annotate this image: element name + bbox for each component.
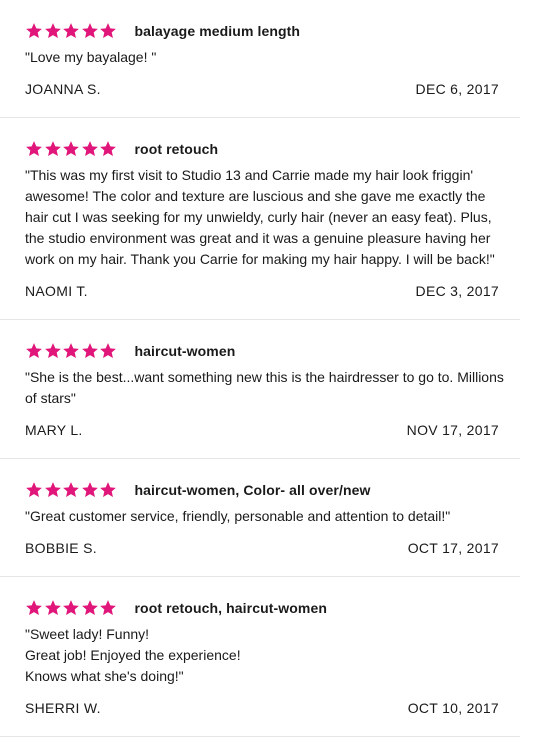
star-icon — [99, 481, 117, 499]
review-author: SHERRI W. — [25, 700, 101, 716]
star-icon — [44, 481, 62, 499]
review-date: NOV 17, 2017 — [406, 422, 499, 438]
review-text: "Sweet lady! Funny! Great job! Enjoyed t… — [25, 626, 241, 684]
star-icon — [81, 342, 99, 360]
star-icon — [25, 22, 43, 40]
review-service: root retouch — [134, 141, 219, 157]
review-meta: BOBBIE S. OCT 17, 2017 — [25, 540, 520, 556]
review-meta: JOANNA S. DEC 6, 2017 — [25, 81, 520, 97]
star-rating — [25, 22, 118, 40]
star-icon — [25, 342, 43, 360]
star-icon — [81, 599, 99, 617]
star-icon — [81, 140, 99, 158]
star-icon — [44, 140, 62, 158]
review-meta: SHERRI W. OCT 10, 2017 — [25, 700, 520, 716]
star-icon — [25, 140, 43, 158]
review-meta: NAOMI T. DEC 3, 2017 — [25, 283, 520, 299]
star-icon — [44, 599, 62, 617]
star-icon — [62, 22, 80, 40]
star-rating — [25, 481, 118, 499]
star-icon — [99, 599, 117, 617]
star-icon — [81, 22, 99, 40]
review-author: BOBBIE S. — [25, 540, 97, 556]
review-service: root retouch, haircut-women — [134, 600, 327, 616]
star-icon — [25, 481, 43, 499]
review-date: DEC 3, 2017 — [415, 283, 499, 299]
star-icon — [99, 22, 117, 40]
review-item: haircut-women, Color- all over/new "Grea… — [0, 459, 520, 577]
review-service: balayage medium length — [134, 23, 301, 39]
review-header: root retouch — [25, 136, 520, 162]
review-item: haircut-women "She is the best...want so… — [0, 320, 520, 459]
star-icon — [44, 22, 62, 40]
review-list: balayage medium length "Love my bayalage… — [0, 0, 520, 737]
review-text: "She is the best...want something new th… — [25, 369, 504, 406]
review-header: root retouch, haircut-women — [25, 595, 520, 621]
review-date: DEC 6, 2017 — [415, 81, 499, 97]
star-icon — [25, 599, 43, 617]
review-item: root retouch "This was my first visit to… — [0, 118, 520, 320]
review-author: JOANNA S. — [25, 81, 101, 97]
star-rating — [25, 599, 118, 617]
review-item: root retouch, haircut-women "Sweet lady!… — [0, 577, 520, 737]
star-icon — [99, 342, 117, 360]
review-date: OCT 10, 2017 — [407, 700, 499, 716]
review-author: MARY L. — [25, 422, 83, 438]
star-icon — [62, 599, 80, 617]
review-text: "Love my bayalage! " — [25, 49, 157, 65]
star-icon — [81, 481, 99, 499]
star-icon — [62, 481, 80, 499]
review-date: OCT 17, 2017 — [407, 540, 499, 556]
star-rating — [25, 342, 118, 360]
star-rating — [25, 140, 118, 158]
review-header: haircut-women, Color- all over/new — [25, 477, 520, 503]
star-icon — [62, 140, 80, 158]
star-icon — [99, 140, 117, 158]
review-item: balayage medium length "Love my bayalage… — [0, 0, 520, 118]
review-service: haircut-women, Color- all over/new — [134, 482, 371, 498]
review-author: NAOMI T. — [25, 283, 88, 299]
review-text: "Great customer service, friendly, perso… — [25, 508, 451, 524]
review-header: haircut-women — [25, 338, 520, 364]
review-text: "This was my first visit to Studio 13 an… — [25, 167, 495, 267]
review-header: balayage medium length — [25, 18, 520, 44]
review-service: haircut-women — [134, 343, 236, 359]
star-icon — [62, 342, 80, 360]
review-meta: MARY L. NOV 17, 2017 — [25, 422, 520, 438]
star-icon — [44, 342, 62, 360]
